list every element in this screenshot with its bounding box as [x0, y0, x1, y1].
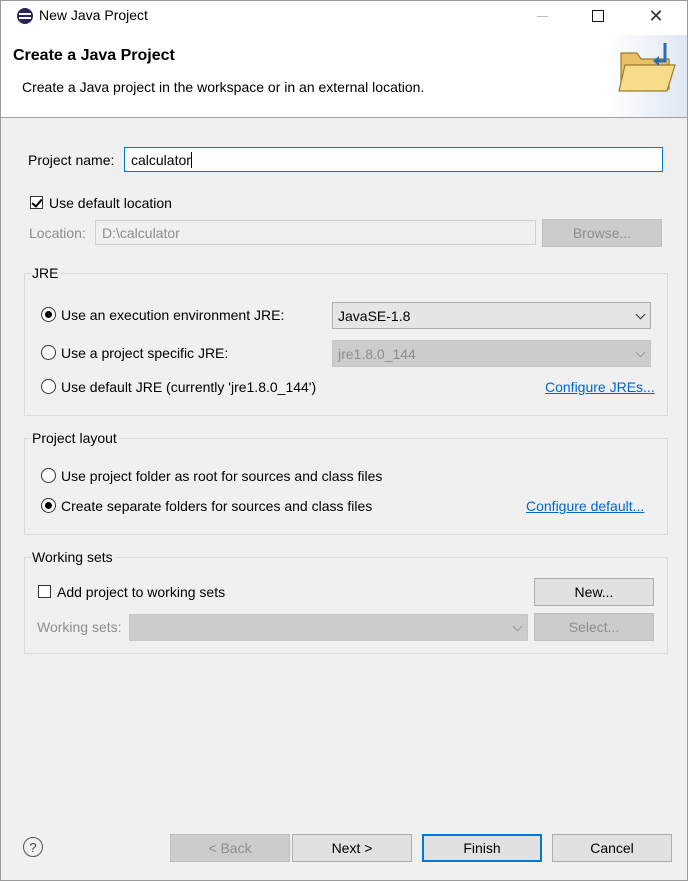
- help-icon[interactable]: ?: [23, 837, 43, 857]
- exec-env-radio[interactable]: [41, 307, 56, 322]
- window-title: New Java Project: [39, 7, 148, 23]
- new-working-set-button[interactable]: New...: [534, 578, 654, 606]
- configure-jres-link[interactable]: Configure JREs...: [545, 379, 655, 395]
- location-label: Location:: [29, 225, 86, 241]
- working-sets-group-label: Working sets: [32, 549, 115, 565]
- project-specific-jre-select[interactable]: jre1.8.0_144: [332, 340, 651, 367]
- radio-selected-dot: [45, 502, 52, 509]
- default-jre-radio[interactable]: [41, 379, 56, 394]
- layout-root-radio[interactable]: [41, 468, 56, 483]
- jre-group-label: JRE: [32, 265, 61, 281]
- exec-env-label: Use an execution environment JRE:: [61, 307, 285, 323]
- minimize-icon: [536, 15, 548, 17]
- default-jre-label: Use default JRE (currently 'jre1.8.0_144…: [61, 379, 317, 395]
- browse-button[interactable]: Browse...: [542, 219, 662, 247]
- cancel-button[interactable]: Cancel: [552, 834, 672, 862]
- project-name-label: Project name:: [28, 152, 115, 168]
- radio-selected-dot: [45, 311, 52, 318]
- close-icon: ✕: [648, 5, 664, 26]
- project-layout-group-label: Project layout: [32, 430, 119, 446]
- chevron-down-icon: [635, 309, 646, 319]
- chevron-down-icon: [635, 347, 646, 357]
- layout-separate-label: Create separate folders for sources and …: [61, 498, 373, 514]
- project-name-input[interactable]: calculator: [124, 147, 663, 172]
- exec-env-value: JavaSE-1.8: [338, 307, 411, 324]
- wizard-title: Create a Java Project: [13, 47, 175, 64]
- use-default-location-checkbox[interactable]: [30, 196, 43, 209]
- working-sets-label: Working sets:: [37, 619, 122, 635]
- select-working-sets-button[interactable]: Select...: [534, 613, 654, 641]
- add-to-working-sets-label: Add project to working sets: [57, 584, 226, 600]
- wizard-banner: Create a Java Project Create a Java proj…: [1, 31, 687, 118]
- location-input[interactable]: D:\calculator: [95, 220, 536, 245]
- location-value: D:\calculator: [102, 224, 180, 241]
- minimize-button[interactable]: [519, 1, 565, 31]
- next-button[interactable]: Next >: [292, 834, 412, 862]
- project-name-value: calculator: [131, 151, 191, 168]
- maximize-icon: [592, 10, 604, 22]
- exec-env-select[interactable]: JavaSE-1.8: [332, 302, 651, 329]
- project-specific-jre-label: Use a project specific JRE:: [61, 345, 229, 361]
- eclipse-icon: [17, 8, 33, 24]
- working-sets-select[interactable]: [129, 614, 528, 641]
- new-java-project-dialog: New Java Project ✕ Create a Java Project…: [0, 0, 688, 881]
- finish-button[interactable]: Finish: [422, 834, 542, 862]
- maximize-button[interactable]: [575, 1, 621, 31]
- chevron-down-icon: [512, 621, 523, 631]
- wizard-description: Create a Java project in the workspace o…: [22, 79, 425, 95]
- layout-separate-radio[interactable]: [41, 498, 56, 513]
- project-layout-group: [24, 438, 668, 535]
- configure-default-link[interactable]: Configure default...: [526, 498, 644, 514]
- project-specific-jre-value: jre1.8.0_144: [338, 345, 416, 362]
- use-default-location-label: Use default location: [49, 195, 172, 211]
- project-specific-jre-radio[interactable]: [41, 345, 56, 360]
- text-caret: [190, 151, 192, 168]
- layout-root-label: Use project folder as root for sources a…: [61, 468, 383, 484]
- title-bar: New Java Project ✕: [1, 1, 687, 31]
- close-button[interactable]: ✕: [633, 1, 679, 31]
- checkmark-icon: [31, 196, 43, 208]
- folder-wizard-icon: [607, 35, 687, 117]
- add-to-working-sets-checkbox[interactable]: [38, 585, 51, 598]
- back-button[interactable]: < Back: [170, 834, 290, 862]
